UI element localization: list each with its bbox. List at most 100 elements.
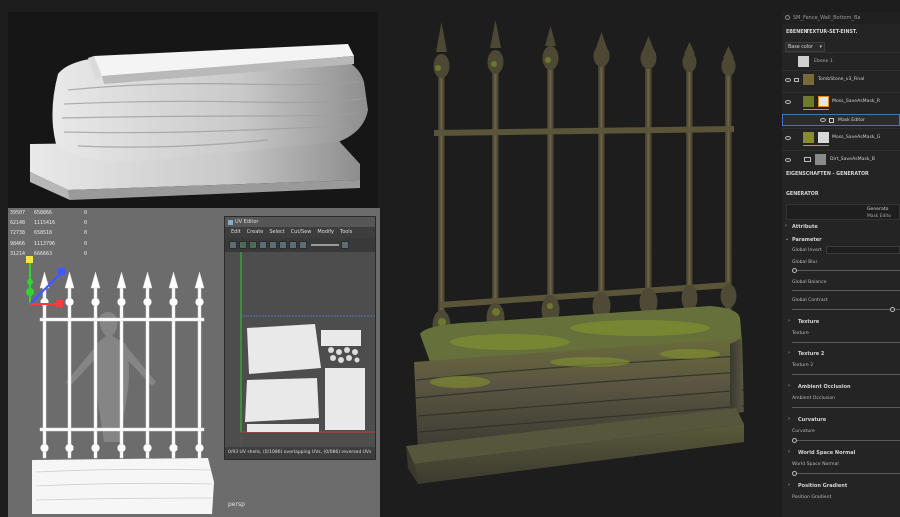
uv-tool-icon[interactable] xyxy=(299,241,307,249)
maya-viewport[interactable]: 39507 658866 0 62148 1115416 0 72738 658… xyxy=(8,208,380,517)
chevron-right-icon[interactable]: › xyxy=(788,318,790,324)
uv-editor-icon xyxy=(228,219,233,225)
uv-tool-icon[interactable] xyxy=(259,241,267,249)
curvature-slider-handle[interactable] xyxy=(792,438,797,443)
tab-texture-set-settings[interactable]: TEXTUR-SET-EINST. xyxy=(806,30,857,35)
chevron-right-icon[interactable]: › xyxy=(788,482,790,488)
uv-tool-icon[interactable] xyxy=(289,241,297,249)
hud-value: 1113796 xyxy=(34,240,56,247)
section-ambient-occlusion[interactable]: Ambient Occlusion xyxy=(798,384,851,390)
eye-icon[interactable] xyxy=(785,78,791,82)
layer-item-mask-editor[interactable]: Mask Editor xyxy=(782,114,900,126)
curvature-label: Curvature xyxy=(792,429,815,434)
uv-tool-icon[interactable] xyxy=(239,241,247,249)
global-blur-slider[interactable] xyxy=(792,270,900,271)
uv-tool-icon[interactable] xyxy=(269,241,277,249)
chevron-down-icon: ▾ xyxy=(819,44,822,50)
layer-item[interactable]: TombStone_v3_Final xyxy=(782,70,900,88)
uv-tool-icon[interactable] xyxy=(229,241,237,249)
hud-value: 1115416 xyxy=(34,220,56,227)
layer-thumbnail xyxy=(803,96,814,107)
eye-icon[interactable] xyxy=(785,158,791,162)
tab-layers[interactable]: EBENEN xyxy=(786,30,808,35)
hud-row: 62148 1115416 0 xyxy=(10,218,96,228)
folder-icon xyxy=(794,78,799,82)
eye-icon[interactable] xyxy=(820,118,826,122)
section-parameter[interactable]: Parameter xyxy=(792,237,822,243)
object-icon xyxy=(785,15,790,20)
layer-item[interactable]: Moss_SaveAsMask_R xyxy=(782,92,900,114)
hud-value: 72738 xyxy=(10,230,26,237)
layer-item[interactable]: Ebene 1 xyxy=(782,52,900,70)
generator-selector[interactable]: Generato Mask Edito xyxy=(786,204,900,220)
world-space-normal-label: World Space Normal xyxy=(792,462,839,467)
world-space-normal-slider[interactable] xyxy=(792,473,900,474)
param-global-balance-label: Global Balance xyxy=(792,280,827,285)
hud-value: 0 xyxy=(84,220,88,227)
chevron-right-icon[interactable]: › xyxy=(788,449,790,455)
camera-label: persp xyxy=(228,501,245,508)
channel-dropdown-value: Base color xyxy=(788,45,814,50)
chevron-down-icon[interactable]: ⌄ xyxy=(785,236,789,242)
tombstone-sculpt-image xyxy=(30,44,368,200)
uv-editor-toolbar xyxy=(225,238,375,252)
global-contrast-slider[interactable] xyxy=(792,309,900,310)
menu-create[interactable]: Create xyxy=(247,229,264,236)
sculpt-render-view xyxy=(8,12,378,208)
global-invert-toggle[interactable] xyxy=(826,246,900,254)
chevron-right-icon[interactable]: › xyxy=(788,350,790,356)
menu-select[interactable]: Select xyxy=(269,229,284,236)
uv-tool-icon[interactable] xyxy=(279,241,287,249)
world-space-normal-slider-handle[interactable] xyxy=(792,471,797,476)
channel-dropdown[interactable]: Base color ▾ xyxy=(785,42,825,52)
uv-editor-titlebar[interactable]: UV Editor xyxy=(225,217,375,227)
menu-edit[interactable]: Edit xyxy=(231,229,241,236)
layer-item[interactable]: Dirt_SaveAsMask_B xyxy=(782,150,900,168)
fence-wireframe-model[interactable] xyxy=(8,252,228,517)
layer-mask-thumbnail[interactable] xyxy=(818,132,829,143)
texture-label: Texture xyxy=(792,331,809,336)
eye-icon[interactable] xyxy=(785,100,791,104)
uv-tool-icon[interactable] xyxy=(341,241,349,249)
section-position-gradient[interactable]: Position Gradient xyxy=(798,483,847,489)
uv-slider[interactable] xyxy=(311,244,339,246)
properties-title: EIGENSCHAFTEN - GENERATOR xyxy=(786,172,869,177)
global-contrast-slider-handle[interactable] xyxy=(890,307,895,312)
uv-tool-icon[interactable] xyxy=(249,241,257,249)
menu-modify[interactable]: Modify xyxy=(317,229,334,236)
textured-fence-render-image xyxy=(406,20,745,484)
param-global-blur-label: Global Blur xyxy=(792,260,818,265)
uv-status-bar: 0/93 UV shells, (0/1086) overlapping UVs… xyxy=(225,447,375,459)
generator-title: GENERATOR xyxy=(786,192,819,197)
hud-value: 98466 xyxy=(10,240,26,247)
layer-thumbnail xyxy=(815,154,826,165)
uv-canvas[interactable] xyxy=(225,252,375,447)
section-world-space-normal[interactable]: World Space Normal xyxy=(798,450,855,456)
layer-name: TombStone_v3_Final xyxy=(818,77,865,82)
texture-divider xyxy=(792,342,900,343)
layer-item[interactable]: Moss_SaveAsMask_G xyxy=(782,128,900,150)
hud-row: 98466 1113796 0 xyxy=(10,239,96,249)
eye-icon[interactable] xyxy=(785,136,791,140)
section-attribute[interactable]: Attribute xyxy=(792,224,818,230)
selected-indicator xyxy=(803,109,829,110)
menu-tools[interactable]: Tools xyxy=(340,229,352,236)
menu-cut-sew[interactable]: Cut/Sew xyxy=(291,229,312,236)
hud-row: 72738 658518 0 xyxy=(10,228,96,238)
section-texture[interactable]: Texture xyxy=(798,319,819,325)
section-texture-2[interactable]: Texture 2 xyxy=(798,351,824,357)
global-blur-slider-handle[interactable] xyxy=(792,268,797,273)
chevron-right-icon[interactable]: › xyxy=(785,223,787,229)
chevron-right-icon[interactable]: › xyxy=(788,416,790,422)
layer-mask-thumbnail[interactable] xyxy=(818,96,829,107)
chevron-right-icon[interactable]: › xyxy=(788,383,790,389)
section-curvature[interactable]: Curvature xyxy=(798,417,826,423)
layer-thumbnail xyxy=(803,74,814,85)
global-balance-slider[interactable] xyxy=(792,290,900,291)
hud-value: 39507 xyxy=(10,210,26,217)
layer-name: Mask Editor xyxy=(838,118,865,123)
curvature-slider[interactable] xyxy=(792,440,900,441)
hud-value: 658518 xyxy=(34,230,53,237)
uv-editor-window[interactable]: UV Editor Edit Create Select Cut/Sew Mod… xyxy=(224,216,376,460)
hud-row: 39507 658866 0 xyxy=(10,208,96,218)
